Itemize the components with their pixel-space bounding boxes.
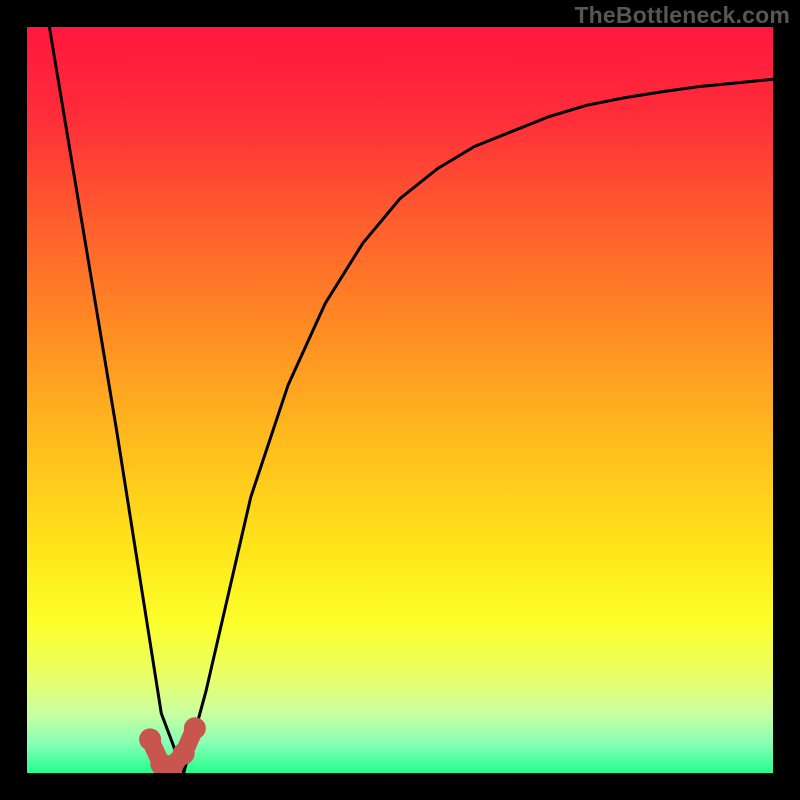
selected-point-e: [184, 717, 206, 739]
bottleneck-chart-svg: [0, 0, 800, 800]
selected-point-a: [139, 728, 161, 750]
chart-stage: TheBottleneck.com: [0, 0, 800, 800]
gradient-plot-area: [27, 27, 773, 773]
attribution-text: TheBottleneck.com: [574, 2, 790, 29]
selected-point-d: [173, 743, 195, 765]
